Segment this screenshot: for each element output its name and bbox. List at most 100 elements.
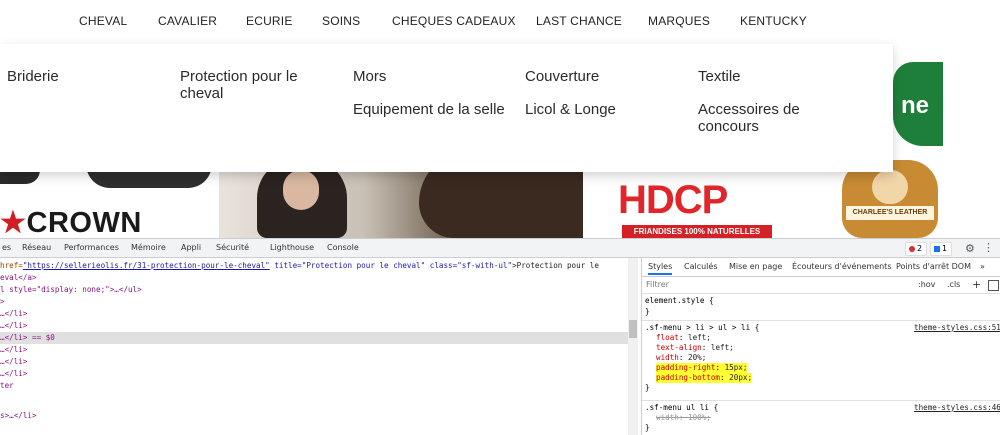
scrollbar-thumb[interactable] [629,320,637,338]
tab-event-listeners[interactable]: Écouteurs d'événements [792,262,891,271]
css-declaration[interactable]: width: 20%; [656,353,706,363]
rule-divider [642,400,1000,401]
rule-source-link[interactable]: theme-styles.css:46 [914,403,1000,413]
css-property: float [656,333,679,342]
css-declaration-highlighted[interactable]: padding-bottom: 20px; [656,373,753,383]
tab-performance[interactable]: Performances [64,243,119,252]
menu-item-protection[interactable]: Protection pour le cheval [180,68,320,102]
menu-item-mors[interactable]: Mors [353,68,513,85]
dom-line[interactable]: s>…</li> [0,410,37,422]
css-value: left; [688,333,711,342]
css-value: 100%; [688,413,711,422]
css-declaration-overridden[interactable]: width: 100%; [656,413,711,423]
tab-memory[interactable]: Mémoire [131,243,166,252]
devtools-tabbar: es Réseau Performances Mémoire Appli Séc… [0,239,1000,258]
styles-filter-bar: Filtrer :hov .cls + [642,277,1000,294]
crown-logo-text: CROWN [26,207,142,238]
menu-item-couverture[interactable]: Couverture [525,68,685,85]
tab-dom-breakpoints[interactable]: Points d'arrêt DOM [896,262,971,271]
tab-security[interactable]: Sécurité [216,243,249,252]
tab-styles[interactable]: Styles [648,262,673,275]
css-property: padding-bottom [656,373,721,382]
error-count: 2 [917,244,923,253]
rule-sf-menu-li: .sf-menu > li > ul > li { theme-styles.c… [642,322,1000,400]
top-navigation: CHEVAL CAVALIER ECURIE SOINS CHEQUES CAD… [0,0,1000,44]
tab-elements[interactable]: es [2,243,11,252]
rule-source-link[interactable]: theme-styles.css:51 [914,323,1000,333]
nav-kentucky[interactable]: KENTUCKY [740,14,807,28]
crown-logo: ★CROWN [0,205,142,238]
menu-item-licol[interactable]: Licol & Longe [525,101,685,118]
hdcp-tagline: FRIANDISES 100% NATURELLES [622,225,772,238]
tab-console[interactable]: Console [327,243,359,252]
computed-sidebar-icon[interactable] [988,280,999,291]
charlee-mascot-face [872,170,908,204]
cheval-dropdown-menu: Briderie Protection pour le cheval Mors … [0,44,893,172]
menu-item-equipement[interactable]: Equipement de la selle [353,101,518,118]
menu-item-briderie[interactable]: Briderie [7,68,167,85]
error-count-badge[interactable]: 2 [905,242,927,256]
nav-ecurie[interactable]: ECURIE [246,14,293,28]
node-text: >Protection pour le [512,261,599,270]
rule-selector: element.style { [645,296,714,305]
tab-computed[interactable]: Calculés [684,262,718,271]
elements-scrollbar[interactable] [628,258,638,435]
css-declaration[interactable]: text-align: left; [656,343,734,353]
cls-toggle[interactable]: .cls [947,280,960,289]
dom-line[interactable]: ter [0,380,14,392]
dom-line[interactable]: …</li> [0,344,27,356]
brand-hdcp[interactable]: HDCP FRIANDISES 100% NATURELLES [618,178,788,238]
info-count-badge[interactable]: 1 [930,242,952,256]
tab-network[interactable]: Réseau [22,243,51,252]
css-declaration-highlighted[interactable]: padding-right: 15px; [656,363,748,373]
more-options-icon[interactable]: ⋮ [983,241,994,254]
rule-close: } [645,307,650,316]
tab-layout[interactable]: Mise en page [729,262,782,271]
charlee-logo-text: CHARLEE'S LEATHER [846,206,934,220]
brand-logo-green[interactable]: ne [893,62,943,146]
new-rule-plus-icon[interactable]: + [972,278,981,291]
rule-close: } [645,383,650,392]
dom-line[interactable]: …</li> [0,320,27,332]
css-property: width [656,413,679,422]
css-value: left; [710,343,734,352]
dom-line[interactable]: > [0,296,5,308]
tab-application[interactable]: Appli [181,243,201,252]
error-icon [909,245,915,252]
rule-sf-menu-ul-li: .sf-menu ul li { theme-styles.css:46 wid… [642,402,1000,435]
star-icon: ★ [0,207,27,238]
nav-last-chance[interactable]: LAST CHANCE [536,14,622,28]
rule-selector: .sf-menu > li > ul > li { [645,323,760,332]
nav-cheques-cadeaux[interactable]: CHEQUES CADEAUX [392,14,516,28]
css-value: 15px; [724,363,748,372]
dom-line[interactable]: …</li> [0,356,27,368]
rule-divider [642,320,1000,321]
tab-lighthouse[interactable]: Lighthouse [270,243,314,252]
menu-item-accessoires[interactable]: Accessoires de concours [698,101,818,135]
info-count: 1 [942,244,948,253]
rule-close: } [645,423,650,432]
css-value: 20px; [729,373,753,382]
settings-gear-icon[interactable]: ⚙ [965,242,975,255]
dom-line[interactable]: l style="display: none;">…</ul> [0,284,142,296]
styles-pane: Styles Calculés Mise en page Écouteurs d… [641,258,1000,435]
nav-soins[interactable]: SOINS [322,14,360,28]
nav-marques[interactable]: MARQUES [648,14,710,28]
rule-element-style: element.style { } [642,295,1000,319]
attr-title: title="Protection pour le cheval" [269,261,426,270]
dom-line[interactable]: …</li> [0,368,27,380]
dom-line-selected[interactable]: …</li> == $0 [0,332,628,344]
dom-line[interactable]: …</li> [0,308,27,320]
attr-href-value[interactable]: "https://sellerieolis.fr/31-protection-p… [23,261,270,270]
css-declaration[interactable]: float: left; [656,333,711,343]
filter-input[interactable]: Filtrer [646,280,669,289]
dom-line[interactable]: eval</a> [0,272,37,284]
styles-tabbar: Styles Calculés Mise en page Écouteurs d… [642,258,1000,277]
menu-item-textile[interactable]: Textile [698,68,858,85]
dom-line-anchor[interactable]: href="https://sellerieolis.fr/31-protect… [0,260,599,272]
nav-cheval[interactable]: CHEVAL [79,14,127,28]
nav-cavalier[interactable]: CAVALIER [158,14,217,28]
hov-toggle[interactable]: :hov [918,280,935,289]
tab-more-chevron[interactable]: » [980,262,985,271]
brand-logo-green-letters: ne [901,92,930,119]
